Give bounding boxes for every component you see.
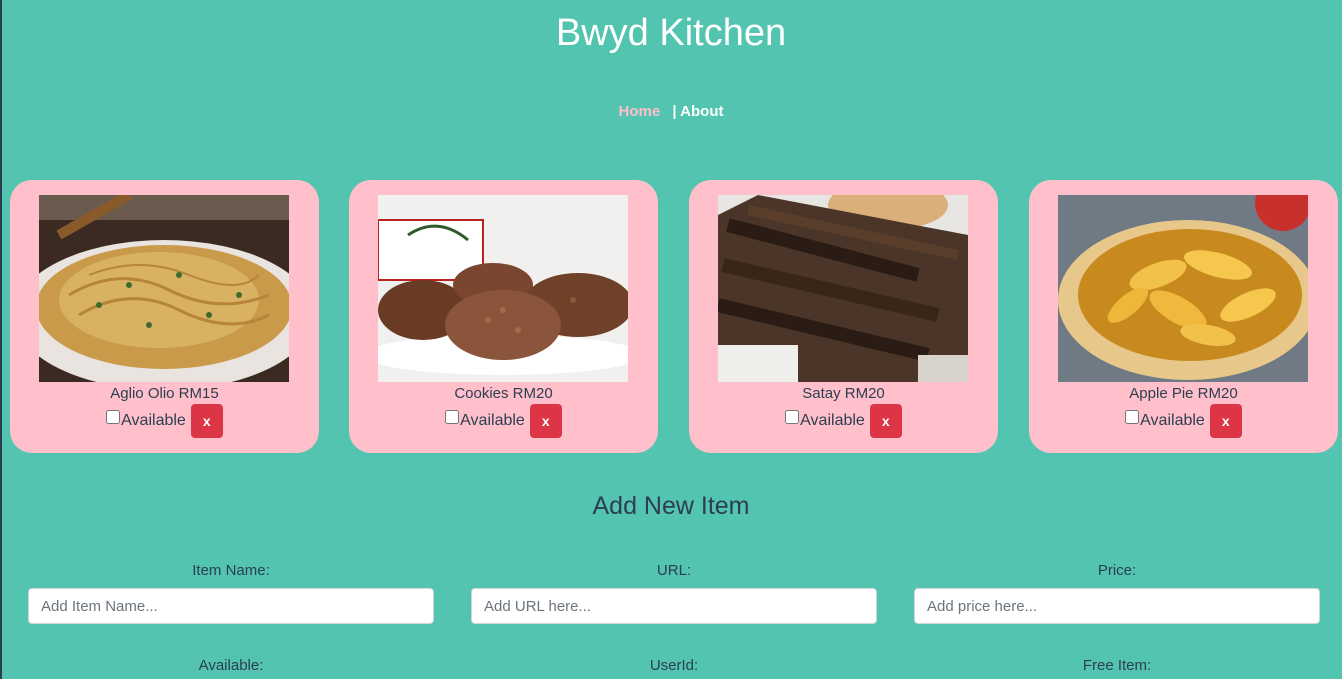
available-label: Available — [800, 412, 865, 429]
nav-about-link[interactable]: About — [680, 103, 723, 120]
price-field-group: Price: — [914, 562, 1320, 624]
item-name: Cookies RM20 — [454, 385, 553, 402]
site-title: Bwyd Kitchen — [555, 12, 787, 54]
free-item-field-group: Free Item: — [914, 657, 1320, 674]
item-image-satay — [718, 195, 968, 382]
url-label: URL: — [656, 562, 692, 579]
item-image-apple-pie — [1058, 195, 1308, 382]
item-controls: Available x — [349, 404, 658, 438]
item-name: Apple Pie RM20 — [1129, 385, 1238, 402]
available-label: Available — [1140, 412, 1205, 429]
available-checkbox[interactable] — [785, 410, 800, 424]
available-label: Available — [121, 412, 186, 429]
available-field-group: Available: — [28, 657, 434, 674]
price-label: Price: — [1097, 562, 1137, 579]
item-image-cookies — [378, 195, 628, 382]
item-controls: Available x — [1029, 404, 1338, 438]
userid-field-group: UserId: — [471, 657, 877, 674]
item-name: Satay RM20 — [802, 385, 885, 402]
menu-item-card: Apple Pie RM20 Available x — [1029, 180, 1338, 453]
available-checkbox[interactable] — [1125, 410, 1140, 424]
item-name: Aglio Olio RM15 — [110, 385, 219, 402]
delete-item-button[interactable]: x — [869, 404, 902, 438]
delete-item-button[interactable]: x — [190, 404, 223, 438]
nav-separator: | — [672, 103, 677, 120]
nav-home-link[interactable]: Home — [618, 103, 660, 120]
delete-item-button[interactable]: x — [529, 404, 562, 438]
menu-item-card: Cookies RM20 Available x — [349, 180, 658, 453]
item-image-aglio-olio — [39, 195, 289, 382]
available-checkbox[interactable] — [445, 410, 460, 424]
add-item-heading: Add New Item — [592, 492, 750, 520]
item-controls: Available x — [10, 404, 319, 438]
item-name-input[interactable] — [28, 588, 434, 624]
url-field-group: URL: — [471, 562, 877, 624]
menu-item-card: Aglio Olio RM15 Available x — [10, 180, 319, 453]
userid-label: UserId: — [649, 657, 699, 674]
available-field-label: Available: — [198, 657, 264, 674]
item-name-field-group: Item Name: — [28, 562, 434, 624]
item-controls: Available x — [689, 404, 998, 438]
free-item-label: Free Item: — [1082, 657, 1152, 674]
menu-item-card: Satay RM20 Available x — [689, 180, 998, 453]
url-input[interactable] — [471, 588, 877, 624]
available-label: Available — [460, 412, 525, 429]
delete-item-button[interactable]: x — [1209, 404, 1242, 438]
window-edge — [0, 0, 2, 679]
main-nav: Home | About — [0, 103, 1342, 120]
available-checkbox[interactable] — [106, 410, 121, 424]
item-name-label: Item Name: — [192, 562, 270, 579]
price-input[interactable] — [914, 588, 1320, 624]
